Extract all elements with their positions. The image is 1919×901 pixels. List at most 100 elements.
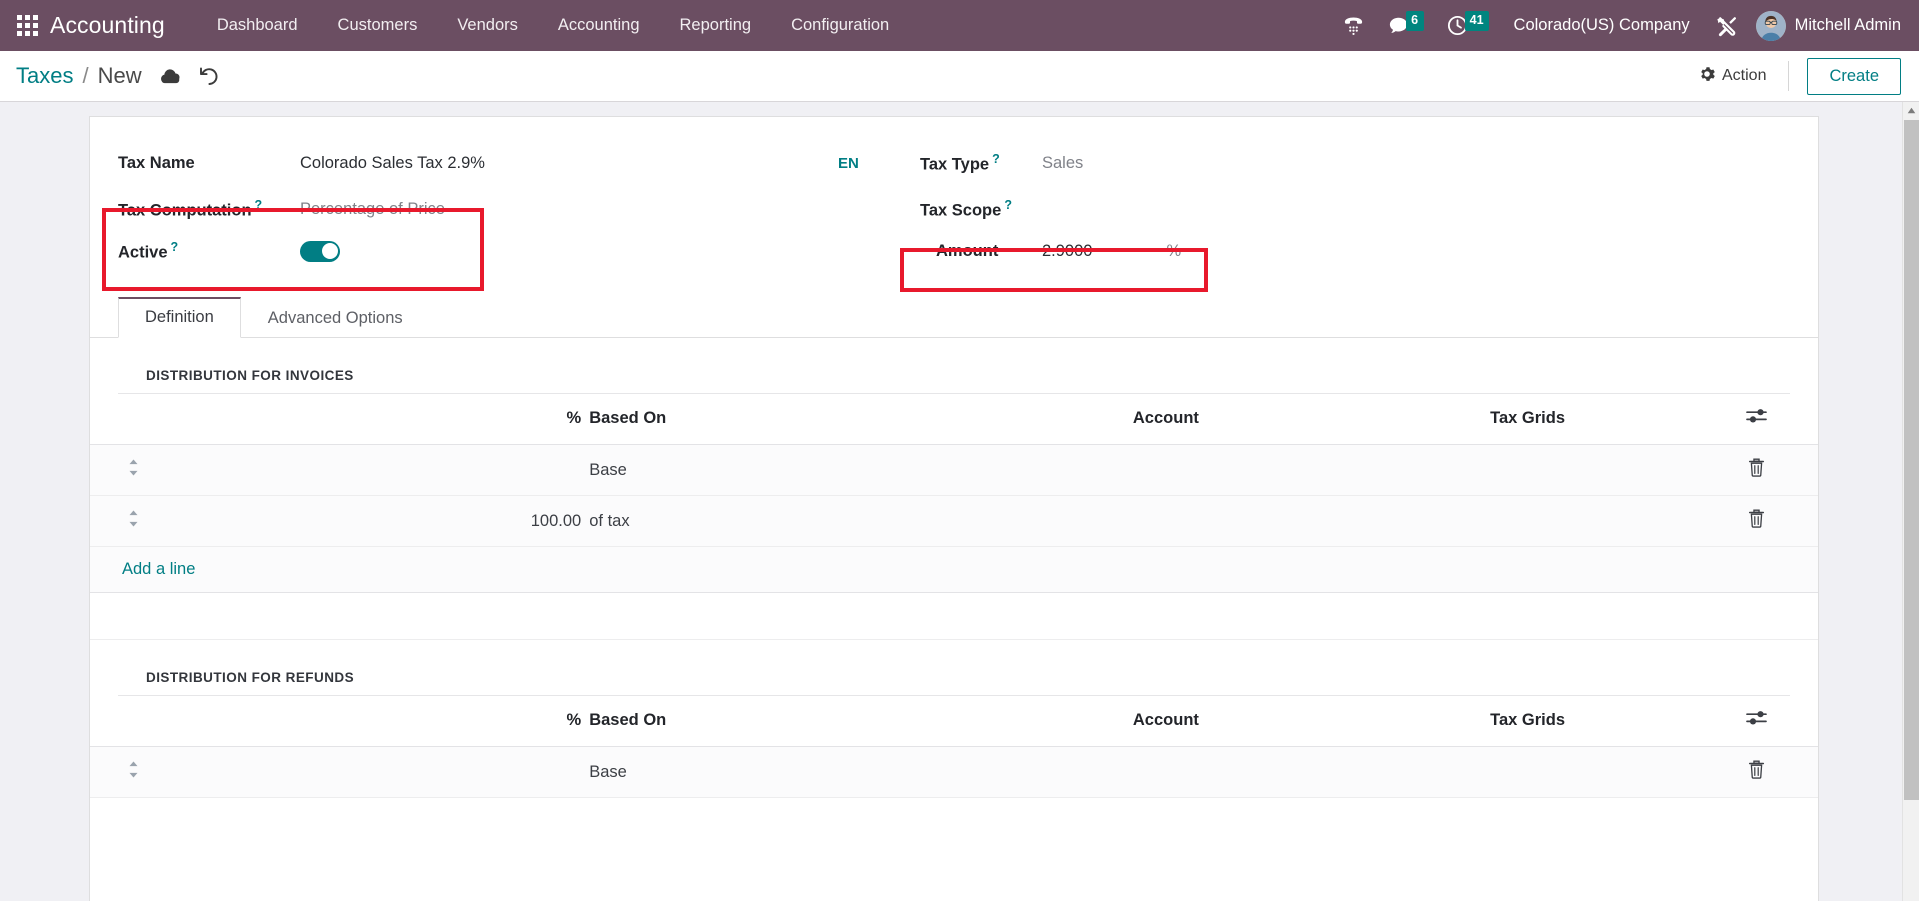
translate-language-badge[interactable]: EN bbox=[838, 155, 859, 172]
control-panel-divider bbox=[1788, 61, 1790, 91]
menu-item-accounting[interactable]: Accounting bbox=[538, 0, 660, 51]
tax-scope-label: Tax Scope? bbox=[920, 198, 1042, 221]
cell-percent[interactable]: 100.00 bbox=[177, 495, 590, 547]
row-drag-handle[interactable] bbox=[90, 495, 178, 547]
add-a-line-row[interactable]: Add a line bbox=[90, 546, 1818, 593]
col-header-percent[interactable]: % bbox=[177, 696, 590, 747]
refunds-lines-table: % Based On Account Tax Grids Base bbox=[90, 696, 1818, 798]
trash-icon bbox=[1749, 760, 1765, 779]
col-header-tax-grids[interactable]: Tax Grids bbox=[1359, 696, 1696, 747]
tax-computation-label-text: Tax Computation bbox=[118, 201, 252, 220]
cell-account[interactable] bbox=[972, 444, 1360, 496]
tax-computation-value[interactable]: Percentage of Price bbox=[300, 200, 445, 219]
menu-item-vendors[interactable]: Vendors bbox=[437, 0, 538, 51]
cell-account[interactable] bbox=[972, 746, 1360, 798]
active-toggle[interactable] bbox=[300, 240, 340, 262]
tax-computation-label: Tax Computation? bbox=[118, 198, 300, 221]
cell-percent[interactable] bbox=[177, 746, 590, 798]
cloud-upload-save-icon[interactable] bbox=[160, 68, 181, 85]
col-header-account[interactable]: Account bbox=[972, 696, 1360, 747]
company-switcher[interactable]: Colorado(US) Company bbox=[1500, 0, 1704, 51]
amount-label: Amount bbox=[936, 241, 999, 260]
row-drag-handle[interactable] bbox=[90, 746, 178, 798]
col-header-handle bbox=[90, 394, 178, 445]
refunds-section-title: DISTRIBUTION FOR REFUNDS bbox=[118, 640, 1790, 696]
action-menu-button[interactable]: Action bbox=[1695, 60, 1780, 93]
tools-wrench-icon[interactable] bbox=[1704, 0, 1750, 51]
control-panel-actions: Action Create bbox=[1695, 51, 1901, 102]
cell-based-on[interactable]: Base bbox=[589, 444, 973, 496]
amount-percent-suffix: % bbox=[1166, 241, 1182, 260]
action-label: Action bbox=[1722, 67, 1767, 84]
vertical-scrollbar[interactable] bbox=[1902, 102, 1919, 901]
table-row[interactable]: Base bbox=[90, 444, 1818, 496]
tax-type-help-icon[interactable]: ? bbox=[992, 152, 1000, 166]
active-help-icon[interactable]: ? bbox=[171, 240, 179, 254]
cell-based-on[interactable]: of tax bbox=[589, 495, 973, 547]
form-column-right: EN Tax Type? Sales Tax Scope? Amount 2.9… bbox=[838, 143, 1818, 292]
cell-based-on[interactable]: Base bbox=[589, 746, 973, 798]
user-name-label: Mitchell Admin bbox=[1794, 16, 1901, 34]
col-header-account[interactable]: Account bbox=[972, 394, 1360, 445]
amount-value[interactable]: 2.9000 bbox=[1042, 242, 1092, 261]
col-header-percent[interactable]: % bbox=[177, 394, 590, 445]
apps-grid-icon[interactable] bbox=[8, 0, 46, 51]
row-drag-handle[interactable] bbox=[90, 444, 178, 496]
optional-columns-icon[interactable] bbox=[1695, 696, 1818, 747]
tab-definition[interactable]: Definition bbox=[118, 297, 241, 338]
tax-type-label: Tax Type? bbox=[920, 152, 1042, 175]
cell-tax-grids[interactable] bbox=[1359, 444, 1696, 496]
optional-columns-icon[interactable] bbox=[1695, 394, 1818, 445]
dialpad-phone-icon[interactable] bbox=[1331, 0, 1376, 51]
table-row[interactable]: Base bbox=[90, 746, 1818, 798]
tax-type-label-text: Tax Type bbox=[920, 155, 990, 174]
field-tax-name: Tax Name Colorado Sales Tax 2.9% bbox=[118, 143, 900, 183]
row-delete-button[interactable] bbox=[1695, 746, 1818, 798]
menu-item-dashboard[interactable]: Dashboard bbox=[197, 0, 318, 51]
breadcrumb-taxes-link[interactable]: Taxes bbox=[16, 63, 73, 89]
user-menu[interactable]: Mitchell Admin bbox=[1750, 0, 1911, 51]
tab-advanced-options[interactable]: Advanced Options bbox=[241, 299, 430, 338]
distribution-for-invoices-section: DISTRIBUTION FOR INVOICES % Based On Acc… bbox=[90, 338, 1818, 640]
record-save-discard-buttons bbox=[160, 67, 219, 86]
tax-name-value[interactable]: Colorado Sales Tax 2.9% bbox=[300, 154, 485, 173]
cell-account[interactable] bbox=[972, 495, 1360, 547]
row-delete-button[interactable] bbox=[1695, 444, 1818, 496]
messages-counter[interactable]: 6 bbox=[1376, 0, 1435, 51]
col-header-tax-grids[interactable]: Tax Grids bbox=[1359, 394, 1696, 445]
field-amount: Amount 2.9000 % bbox=[920, 231, 1818, 271]
add-a-line-link[interactable]: Add a line bbox=[90, 560, 195, 578]
cell-tax-grids[interactable] bbox=[1359, 746, 1696, 798]
active-label-text: Active bbox=[118, 243, 168, 262]
cell-tax-grids[interactable] bbox=[1359, 495, 1696, 547]
activities-counter[interactable]: 41 bbox=[1435, 0, 1500, 51]
main-menu: Dashboard Customers Vendors Accounting R… bbox=[197, 0, 909, 51]
app-brand-title[interactable]: Accounting bbox=[46, 12, 175, 39]
scrollbar-thumb[interactable] bbox=[1904, 120, 1919, 800]
tax-computation-help-icon[interactable]: ? bbox=[255, 198, 263, 212]
breadcrumb: Taxes / New bbox=[16, 63, 219, 89]
cell-percent[interactable] bbox=[177, 444, 590, 496]
breadcrumb-current: New bbox=[97, 63, 142, 88]
form-header-fields: Tax Name Colorado Sales Tax 2.9% Tax Com… bbox=[90, 117, 1818, 292]
tax-scope-help-icon[interactable]: ? bbox=[1004, 198, 1012, 212]
tax-type-value[interactable]: Sales bbox=[1042, 154, 1083, 173]
field-tax-computation: Tax Computation? Percentage of Price bbox=[118, 189, 900, 229]
table-header-row: % Based On Account Tax Grids bbox=[90, 394, 1818, 445]
row-delete-button[interactable] bbox=[1695, 495, 1818, 547]
menu-item-reporting[interactable]: Reporting bbox=[660, 0, 772, 51]
menu-item-configuration[interactable]: Configuration bbox=[771, 0, 909, 51]
record-form-sheet: Tax Name Colorado Sales Tax 2.9% Tax Com… bbox=[89, 116, 1819, 901]
field-tax-scope: Tax Scope? bbox=[920, 189, 1818, 229]
undo-discard-icon[interactable] bbox=[199, 67, 219, 86]
field-active: Active? bbox=[118, 231, 900, 271]
activities-count-badge: 41 bbox=[1464, 11, 1489, 31]
tax-name-label: Tax Name bbox=[118, 153, 195, 172]
table-row[interactable]: 100.00 of tax bbox=[90, 495, 1818, 547]
create-button[interactable]: Create bbox=[1807, 57, 1901, 95]
col-header-based-on[interactable]: Based On bbox=[589, 696, 973, 747]
invoices-lines-table: % Based On Account Tax Grids Base 100.00… bbox=[90, 394, 1818, 640]
col-header-based-on[interactable]: Based On bbox=[589, 394, 973, 445]
menu-item-customers[interactable]: Customers bbox=[318, 0, 438, 51]
scroll-up-arrow-icon[interactable] bbox=[1903, 102, 1919, 119]
